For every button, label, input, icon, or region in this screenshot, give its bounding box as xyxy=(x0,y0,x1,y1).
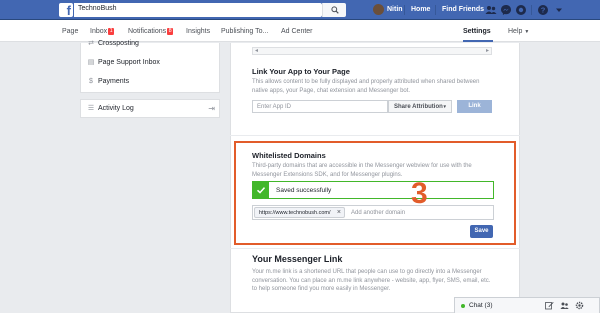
tab-notifications[interactable]: Notifications 8 xyxy=(128,28,174,35)
divider xyxy=(435,5,436,15)
search-button[interactable] xyxy=(322,3,346,17)
chat-label: Chat (3) xyxy=(469,302,493,309)
app-id-placeholder: Enter App ID xyxy=(257,104,292,110)
avatar[interactable] xyxy=(373,4,384,15)
activity-log-box: ☰ Activity Log ⇥ xyxy=(80,99,220,118)
tab-notifications-label: Notifications xyxy=(128,28,167,35)
messenger-link-title: Your Messenger Link xyxy=(252,254,343,264)
crossposting-icon: ⇄ xyxy=(88,40,94,47)
settings-menu: ⇄ Crossposting ▤ Page Support Inbox $ Pa… xyxy=(80,40,220,93)
menu-item-payments[interactable]: Payments xyxy=(98,78,129,85)
scroll-left-icon[interactable]: ◂ xyxy=(255,47,258,54)
messenger-link-description: Your m.me link is a shortened URL that p… xyxy=(252,269,491,292)
app-id-input[interactable]: Enter App ID xyxy=(252,100,388,113)
tab-settings[interactable]: Settings xyxy=(463,28,491,35)
home-link[interactable]: Home xyxy=(411,6,430,13)
tab-ad-center[interactable]: Ad Center xyxy=(281,28,313,35)
top-navigation-bar: f TechnoBush Nitin Home Find Friends ? xyxy=(0,0,600,20)
divider xyxy=(404,5,405,15)
chevron-down-icon: ▼ xyxy=(442,104,447,109)
annotation-highlight-box xyxy=(234,141,516,245)
tab-inbox[interactable]: Inbox 1 xyxy=(90,28,115,35)
tab-page[interactable]: Page xyxy=(62,28,78,35)
chat-bar[interactable]: Chat (3) xyxy=(454,297,600,313)
online-status-icon xyxy=(461,304,465,308)
profile-link[interactable]: Nitin xyxy=(387,6,403,13)
help-menu[interactable]: Help ▼ xyxy=(508,28,529,35)
active-tab-indicator xyxy=(463,40,493,42)
link-button[interactable]: Link xyxy=(457,100,492,113)
menu-item-page-support-inbox[interactable]: Page Support Inbox xyxy=(98,59,160,66)
chevron-down-icon[interactable] xyxy=(553,4,565,16)
search-input[interactable]: TechnoBush xyxy=(74,3,322,17)
notifications-icon[interactable] xyxy=(515,4,527,16)
menu-item-crossposting[interactable]: Crossposting xyxy=(98,40,139,47)
notifications-badge: 8 xyxy=(167,28,174,35)
compose-icon[interactable] xyxy=(545,301,554,310)
help-icon[interactable]: ? xyxy=(537,4,549,16)
facebook-logo-icon[interactable]: f xyxy=(59,3,73,17)
inbox-icon: ▤ xyxy=(87,59,95,66)
annotation-step-number: 3 xyxy=(411,177,428,210)
new-group-icon[interactable] xyxy=(560,301,569,310)
menu-item-activity-log[interactable]: Activity Log xyxy=(98,105,134,112)
tab-inbox-label: Inbox xyxy=(90,28,108,35)
help-label: Help xyxy=(508,28,523,35)
svg-text:?: ? xyxy=(541,6,546,15)
external-link-icon[interactable]: ⇥ xyxy=(208,104,215,113)
messenger-icon[interactable] xyxy=(500,4,512,16)
inbox-badge: 1 xyxy=(108,28,115,35)
list-icon: ☰ xyxy=(87,105,95,112)
link-app-description: This allows content to be fully displaye… xyxy=(252,79,480,94)
find-friends-link[interactable]: Find Friends xyxy=(442,6,484,13)
search-icon xyxy=(331,6,339,14)
friend-requests-icon[interactable] xyxy=(485,4,497,16)
chevron-down-icon: ▼ xyxy=(524,29,530,35)
tab-insights[interactable]: Insights xyxy=(186,28,210,35)
dollar-icon: $ xyxy=(89,78,93,85)
section-divider xyxy=(230,135,520,136)
search-value: TechnoBush xyxy=(78,5,117,12)
divider xyxy=(531,5,532,15)
share-attribution-label: Share Attribution xyxy=(394,104,443,110)
tab-publishing-tools[interactable]: Publishing To... xyxy=(221,28,268,35)
link-app-title: Link Your App to Your Page xyxy=(252,67,350,76)
section-divider xyxy=(230,248,520,249)
scroll-right-icon[interactable]: ▸ xyxy=(486,47,489,54)
gear-icon[interactable] xyxy=(575,301,584,310)
page-navigation: Page Inbox 1 Notifications 8 Insights Publ… xyxy=(0,20,600,42)
share-attribution-dropdown[interactable]: Share Attribution ▼ xyxy=(388,100,452,113)
horizontal-scrollbar[interactable]: ◂ ▸ xyxy=(252,47,492,55)
